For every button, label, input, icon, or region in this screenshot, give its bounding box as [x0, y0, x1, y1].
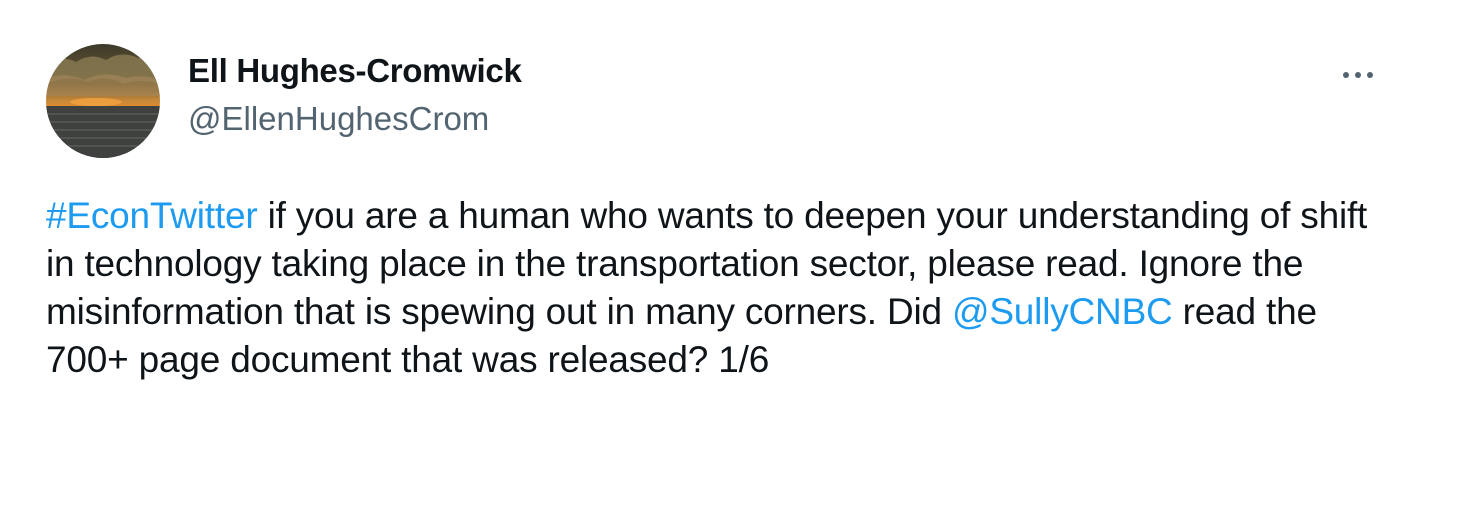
sunset-over-water-avatar-icon: [46, 44, 160, 158]
tweet-text: #EconTwitter if you are a human who want…: [46, 192, 1376, 384]
user-handle[interactable]: @EllenHughesCrom: [188, 100, 489, 138]
tweet-card: Ell Hughes-Cromwick @EllenHughesCrom #Ec…: [0, 0, 1480, 505]
more-options-button[interactable]: [1334, 58, 1382, 92]
more-options-icon: [1343, 72, 1373, 78]
mention-link[interactable]: @SullyCNBC: [952, 291, 1173, 332]
display-name[interactable]: Ell Hughes-Cromwick: [188, 52, 522, 90]
avatar[interactable]: [46, 44, 160, 158]
hashtag-link[interactable]: #EconTwitter: [46, 195, 258, 236]
